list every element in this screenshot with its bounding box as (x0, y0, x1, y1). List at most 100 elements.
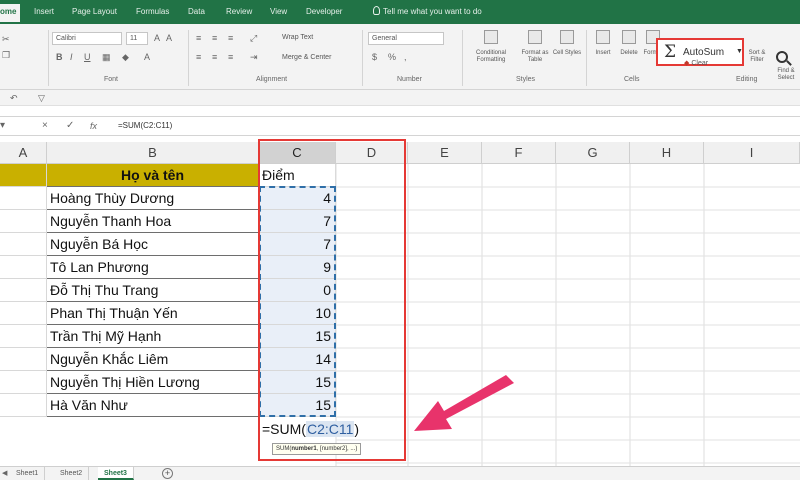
tell-me-text: Tell me what you want to do (383, 7, 482, 16)
tab-home[interactable]: ome (0, 4, 21, 22)
tab-insert[interactable]: Insert (30, 4, 58, 22)
conditional-formatting-icon[interactable] (484, 30, 498, 44)
bold-icon[interactable]: B (56, 52, 63, 62)
sort-filter-label[interactable]: Sort & Filter (742, 50, 772, 64)
cell-a[interactable] (0, 302, 47, 325)
copy-icon[interactable]: ❐ (2, 50, 10, 60)
name-cell[interactable]: Hà Văn Như (47, 394, 259, 417)
name-box-dropdown-icon[interactable]: ▾ (0, 120, 5, 132)
number-format-select[interactable]: General (368, 32, 444, 45)
comma-icon[interactable]: , (404, 52, 407, 62)
cell-a1[interactable] (0, 164, 47, 187)
formula-input[interactable]: =SUM(C2:C11) (118, 121, 172, 130)
column-header-a[interactable]: A (0, 142, 47, 164)
orientation-icon[interactable]: ⤢ (250, 33, 257, 43)
format-as-table-icon[interactable] (528, 30, 542, 44)
font-name-select[interactable]: Calibri (52, 32, 122, 45)
tab-page-layout[interactable]: Page Layout (68, 4, 121, 22)
tab-data[interactable]: Data (184, 4, 209, 22)
column-header-e[interactable]: E (408, 142, 482, 164)
cell-a[interactable] (0, 187, 47, 210)
name-cell[interactable]: Nguyễn Bá Học (47, 233, 259, 256)
percent-icon[interactable]: % (388, 52, 396, 62)
clear-label: Clear (691, 60, 709, 67)
italic-icon[interactable]: I (70, 52, 73, 62)
column-header-f[interactable]: F (482, 142, 556, 164)
enter-icon[interactable]: ✓ (66, 120, 74, 132)
cell-b1[interactable]: Họ và tên (47, 164, 259, 187)
shrink-font-icon[interactable]: A (166, 33, 172, 43)
delete-cells-label[interactable]: Delete (616, 50, 642, 57)
indent-icon[interactable]: ⇥ (250, 52, 258, 62)
format-as-table-label[interactable]: Format as Table (514, 50, 556, 64)
font-color-icon[interactable]: A (144, 52, 150, 62)
scroll-tabs-left-icon[interactable]: ◀ (2, 469, 7, 479)
grow-font-icon[interactable]: A (154, 33, 160, 43)
name-cell[interactable]: Trần Thị Mỹ Hạnh (47, 325, 259, 348)
sheet-tab-2[interactable]: Sheet2 (54, 467, 90, 480)
currency-icon[interactable]: $ (372, 52, 377, 62)
pointer-arrow-icon (414, 375, 514, 431)
cell-a[interactable] (0, 256, 47, 279)
tab-formulas[interactable]: Formulas (132, 4, 173, 22)
align-right-icon[interactable]: ≡ (228, 52, 233, 62)
name-cell[interactable]: Tô Lan Phương (47, 256, 259, 279)
delete-cells-icon[interactable] (622, 30, 636, 44)
align-middle-icon[interactable]: ≡ (212, 33, 217, 43)
name-cell[interactable]: Nguyễn Thị Hiền Lương (47, 371, 259, 394)
conditional-formatting-label[interactable]: Conditional Formatting (466, 50, 516, 64)
cell-a[interactable] (0, 210, 47, 233)
ribbon-tab-bar: ome Insert Page Layout Formulas Data Rev… (0, 0, 800, 24)
search-icon[interactable] (776, 51, 788, 63)
column-header-h[interactable]: H (630, 142, 704, 164)
fill-color-icon[interactable]: ◆ (122, 52, 129, 62)
insert-cells-label[interactable]: Insert (590, 50, 616, 57)
cell-a[interactable] (0, 325, 47, 348)
name-cell[interactable]: Hoàng Thùy Dương (47, 187, 259, 210)
align-left-icon[interactable]: ≡ (196, 52, 201, 62)
merge-center-button[interactable]: Merge & Center (282, 52, 331, 63)
borders-icon[interactable]: ▦ (102, 52, 111, 62)
column-header-b[interactable]: B (47, 142, 259, 164)
align-top-icon[interactable]: ≡ (196, 33, 201, 43)
tab-view[interactable]: View (266, 4, 291, 22)
cell-a[interactable] (0, 233, 47, 256)
cell-styles-label[interactable]: Cell Styles (552, 50, 582, 57)
quick-access-bar: ↶ ▽ (0, 90, 800, 106)
find-select-label[interactable]: Find & Select (772, 68, 800, 82)
font-size-select[interactable]: 11 (126, 32, 148, 45)
cell-a[interactable] (0, 279, 47, 302)
sigma-icon: Σ (664, 42, 677, 62)
name-cell[interactable]: Đỗ Thị Thu Trang (47, 279, 259, 302)
sheet-tab-bar: ◀ Sheet1 Sheet2 Sheet3 + (0, 466, 800, 480)
align-bottom-icon[interactable]: ≡ (228, 33, 233, 43)
tab-review[interactable]: Review (222, 4, 256, 22)
filter-icon[interactable]: ▽ (38, 93, 45, 103)
insert-function-icon[interactable]: fx (90, 120, 97, 132)
ribbon: ✂ ❐ Calibri 11 A A B I U ▦ ◆ A Font ≡ ≡ … (0, 24, 800, 90)
cell-a[interactable] (0, 348, 47, 371)
cell-a[interactable] (0, 394, 47, 417)
cut-icon[interactable]: ✂ (2, 34, 10, 44)
name-cell[interactable]: Nguyễn Khắc Liêm (47, 348, 259, 371)
tell-me-box[interactable]: Tell me what you want to do (373, 4, 482, 20)
sheet-tab-3[interactable]: Sheet3 (98, 467, 134, 480)
add-sheet-icon[interactable]: + (162, 468, 173, 479)
name-cell[interactable]: Phan Thị Thuận Yến (47, 302, 259, 325)
cancel-icon[interactable]: × (42, 120, 48, 132)
wrap-text-button[interactable]: Wrap Text (282, 32, 313, 43)
clear-button[interactable]: ◆ Clear (684, 58, 708, 69)
cell-styles-icon[interactable] (560, 30, 574, 44)
column-header-i[interactable]: I (704, 142, 800, 164)
column-header-g[interactable]: G (556, 142, 630, 164)
underline-icon[interactable]: U (84, 52, 91, 62)
sheet-tab-1[interactable]: Sheet1 (10, 467, 46, 480)
group-styles-label: Styles (516, 76, 536, 83)
cell-a[interactable] (0, 371, 47, 394)
align-center-icon[interactable]: ≡ (212, 52, 217, 62)
autosum-label: AutoSum (683, 47, 725, 58)
insert-cells-icon[interactable] (596, 30, 610, 44)
undo-icon[interactable]: ↶ (10, 93, 18, 103)
name-cell[interactable]: Nguyễn Thanh Hoa (47, 210, 259, 233)
tab-developer[interactable]: Developer (302, 4, 346, 22)
